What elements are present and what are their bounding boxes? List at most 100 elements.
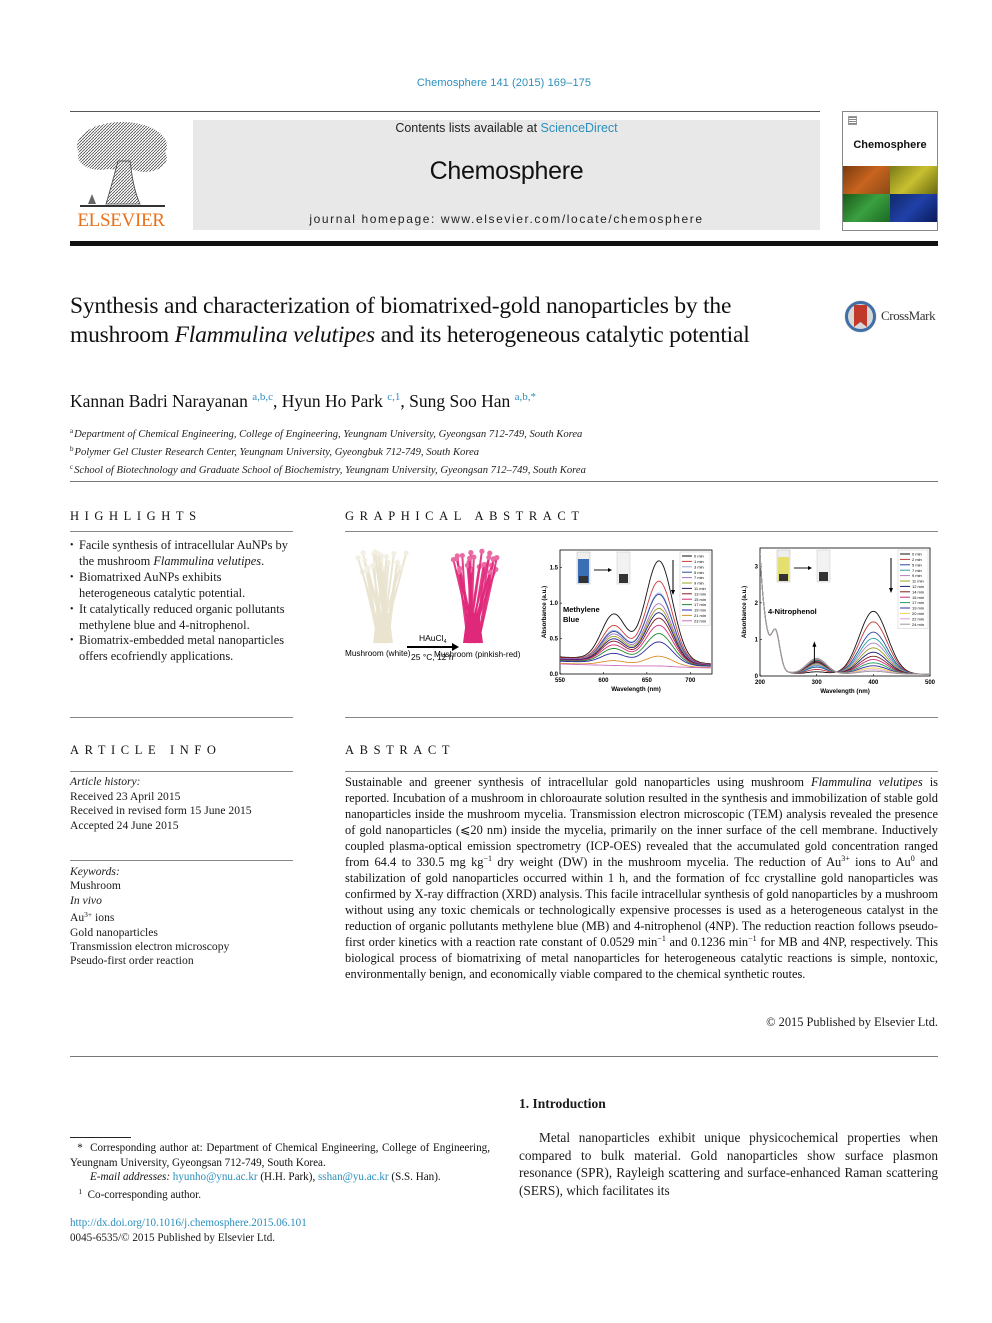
chart-annotation: Methylene	[563, 605, 600, 614]
sciencedirect-link[interactable]: ScienceDirect	[541, 121, 618, 135]
author[interactable]: Hyun Ho Park c,1,	[282, 391, 409, 411]
mushroom-cap	[355, 555, 361, 561]
legend-label: 12 min	[912, 584, 924, 589]
reagent-label: HAuCl4	[419, 633, 447, 645]
cuvette-after-mushroom	[619, 574, 628, 583]
keywords-label: Keywords:	[70, 865, 120, 878]
divider	[70, 771, 293, 772]
doi-link[interactable]: http://dx.doi.org/10.1016/j.chemosphere.…	[70, 1217, 307, 1229]
legend-label: 14 min	[912, 589, 924, 594]
email-note: E-mail addresses: hyunho@ynu.ac.kr (H.H.…	[90, 1171, 441, 1184]
divider	[70, 860, 293, 861]
corresponding-mark: *	[77, 1142, 83, 1154]
history-revised: Received in revised form 15 June 2015	[70, 804, 252, 818]
divider	[70, 717, 293, 718]
email-label: E-mail addresses:	[90, 1171, 171, 1184]
author-name: Sung Soo Han	[409, 391, 511, 411]
legend-label: 24 min	[912, 622, 924, 627]
keyword-superscript: 3+	[84, 910, 93, 920]
mushroom-pink-label: Mushroom (pinkish-red)	[434, 650, 521, 659]
legend-label: 7 min	[694, 575, 704, 580]
mushroom-cap	[370, 563, 376, 569]
homepage-line: journal homepage: www.elsevier.com/locat…	[193, 212, 820, 226]
author-affiliation-marks[interactable]: c,1	[387, 391, 400, 403]
highlight-text: Biomatrixed AuNPs exhibits heterogeneous…	[79, 569, 246, 600]
elsevier-logo[interactable]: ELSEVIER	[70, 116, 172, 234]
journal-citation-link[interactable]: Chemosphere 141 (2015) 169–175	[0, 77, 992, 89]
x-axis-label: Wavelength (nm)	[820, 688, 870, 695]
mushroom-cap	[450, 557, 457, 563]
abstract-segment: Sustainable and greener synthesis of int…	[345, 775, 812, 789]
author[interactable]: Kannan Badri Narayanan a,b,c,	[70, 391, 282, 411]
mushroom-cap	[459, 552, 465, 559]
journal-masthead: Contents lists available at ScienceDirec…	[193, 120, 820, 230]
chart-4-nitrophenol: 200 300 400 5000123Wavelength (nm)Absorbanc…	[741, 547, 936, 695]
affiliations: aDepartment of Chemical Engineering, Col…	[70, 424, 586, 478]
affiliation: aDepartment of Chemical Engineering, Col…	[70, 424, 586, 442]
keyword: In vivo	[70, 893, 102, 907]
corresponding-author-note: * Corresponding author at: Department of…	[70, 1141, 490, 1170]
journal-cover-thumbnail[interactable]: Chemosphere	[842, 111, 938, 231]
article-title: Synthesis and characterization of biomat…	[70, 292, 790, 350]
x-tick-label: 600	[598, 678, 609, 684]
abstract-segment: ions to Au	[849, 855, 911, 869]
legend-label: 3 min	[694, 564, 704, 569]
author-affiliation-marks[interactable]: a,b,c	[252, 391, 273, 403]
highlights-list: Facile synthesis of intracellular AuNPs …	[70, 538, 296, 665]
abstract-segment: and 0.1236 min	[665, 935, 749, 949]
doi-block: http://dx.doi.org/10.1016/j.chemosphere.…	[70, 1216, 307, 1246]
introduction-heading: 1. Introduction	[519, 1096, 606, 1111]
legend-label: 9 min	[912, 573, 922, 578]
divider	[345, 771, 938, 772]
email-link[interactable]: hyunho@ynu.ac.kr	[173, 1171, 258, 1183]
crossmark-icon	[844, 300, 877, 333]
journal-name: Chemosphere	[429, 157, 584, 185]
cover-leaf-blue	[890, 194, 937, 222]
author-name: Hyun Ho Park	[281, 391, 383, 411]
highlight-item: Biomatrixed AuNPs exhibits heterogeneous…	[70, 570, 296, 602]
abstract-superscript: 3+	[841, 854, 850, 863]
author-separator: ,	[400, 391, 410, 411]
mushroom-cap	[362, 557, 368, 563]
highlight-item: Facile synthesis of intracellular AuNPs …	[70, 538, 296, 570]
author-affiliation-marks[interactable]: a,b,*	[515, 391, 536, 403]
footnotes: * Corresponding author at: Department of…	[70, 1141, 490, 1202]
x-tick-label: 700	[685, 678, 696, 684]
divider	[345, 531, 938, 532]
highlight-text: Biomatrix-embedded metal nanoparticles o…	[79, 633, 285, 664]
crossmark-badge[interactable]: CrossMark	[843, 299, 943, 334]
homepage-url-link[interactable]: www.elsevier.com/locate/chemosphere	[441, 212, 704, 226]
author-list: Kannan Badri Narayanan a,b,c, Hyun Ho Pa…	[70, 391, 536, 412]
highlight-italic: Flammulina velutipes	[153, 553, 262, 568]
x-tick-label: 500	[925, 680, 936, 686]
keyword: Transmission electron microscopy	[70, 940, 230, 954]
article-history: Article history: Received 23 April 2015 …	[70, 775, 252, 833]
legend-label: 17 min	[694, 602, 706, 607]
legend-label: 7 min	[912, 568, 922, 573]
y-tick-label: 1.0	[550, 601, 559, 607]
legend-label: 21 min	[694, 613, 706, 618]
history-received: Received 23 April 2015	[70, 789, 181, 803]
chart-methylene-blue: 550 600 650 700 0.0 0.5 1.0 1.5 Wavelength (nm) A…	[541, 549, 713, 693]
elsevier-tree-icon	[77, 122, 167, 207]
email-link[interactable]: sshan@yu.ac.kr	[318, 1171, 389, 1183]
author[interactable]: Sung Soo Han a,b,*	[409, 391, 536, 411]
mushroom-cap	[471, 554, 477, 560]
keyword-text: Au	[70, 911, 85, 925]
abstract-superscript: −1	[748, 934, 757, 943]
highlight-item: It catalytically reduced organic polluta…	[70, 602, 296, 634]
co-corresponding-text: Co-corresponding author.	[87, 1188, 202, 1201]
cover-leaf-yellow	[890, 166, 937, 194]
graphical-abstract-figure[interactable]: HAuCl4 25 °C, 12 h Mushroom (white) Mush…	[345, 540, 938, 708]
legend-label: 0 min	[694, 554, 704, 559]
mushroom-cap	[486, 554, 492, 560]
highlight-text-end: .	[261, 553, 265, 568]
keyword: Mushroom	[70, 879, 121, 893]
co-mark: 1	[78, 1186, 83, 1196]
highlights-heading: HIGHLIGHTS	[70, 509, 202, 523]
graphical-abstract-svg: HAuCl4 25 °C, 12 h Mushroom (white) Mush…	[345, 547, 936, 695]
email-owner: (H.H. Park)	[260, 1171, 313, 1184]
legend-label: 20 min	[912, 611, 924, 616]
mushroom-cap	[487, 569, 493, 575]
legend-label: 17 min	[912, 600, 924, 605]
